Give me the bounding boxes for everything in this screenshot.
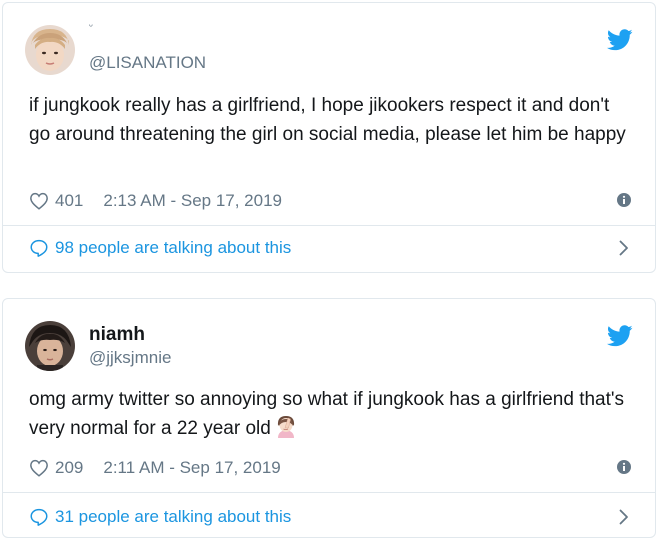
conversation-link[interactable]: 31 people are talking about this bbox=[29, 505, 629, 529]
heart-icon[interactable] bbox=[29, 192, 49, 210]
avatar[interactable] bbox=[25, 321, 75, 371]
like-count[interactable]: 401 bbox=[55, 191, 83, 211]
info-icon[interactable] bbox=[617, 193, 631, 207]
chevron-right-icon[interactable] bbox=[619, 509, 629, 525]
divider bbox=[3, 225, 655, 226]
avatar[interactable] bbox=[25, 25, 75, 75]
tweet-meta: 401 2:13 AM - Sep 17, 2019 bbox=[29, 189, 631, 213]
heart-icon[interactable] bbox=[29, 459, 49, 477]
user-handle[interactable]: @jjksjmnie bbox=[89, 347, 171, 369]
twitter-bird-icon[interactable] bbox=[607, 325, 633, 347]
decorative-mark: ᵕ bbox=[89, 21, 93, 32]
tweet-card[interactable]: niamh @jjksjmnie omg army twitter so ann… bbox=[2, 298, 656, 538]
tweet-timestamp[interactable]: 2:13 AM - Sep 17, 2019 bbox=[103, 191, 282, 211]
conversation-label[interactable]: 98 people are talking about this bbox=[55, 238, 291, 258]
speech-bubble-icon bbox=[30, 239, 48, 257]
divider bbox=[3, 492, 655, 493]
tweet-text: omg army twitter so annoying so what if … bbox=[29, 385, 635, 443]
tweet-card[interactable]: ᵕ @LISANATION if jungkook really has a g… bbox=[2, 2, 656, 273]
tweet-text-body: omg army twitter so annoying so what if … bbox=[29, 389, 625, 439]
twitter-bird-icon[interactable] bbox=[607, 29, 633, 51]
conversation-link[interactable]: 98 people are talking about this bbox=[29, 236, 629, 260]
display-name[interactable]: niamh bbox=[89, 323, 171, 347]
info-icon[interactable] bbox=[617, 460, 631, 474]
tweet-text: if jungkook really has a girlfriend, I h… bbox=[29, 95, 626, 145]
conversation-label[interactable]: 31 people are talking about this bbox=[55, 507, 291, 527]
like-count[interactable]: 209 bbox=[55, 458, 83, 478]
user-handle[interactable]: @LISANATION bbox=[89, 52, 206, 74]
tweet-timestamp[interactable]: 2:11 AM - Sep 17, 2019 bbox=[103, 458, 280, 478]
chevron-right-icon[interactable] bbox=[619, 240, 629, 256]
tweet-meta: 209 2:11 AM - Sep 17, 2019 bbox=[29, 456, 631, 480]
woman-facepalming-emoji-icon bbox=[277, 416, 294, 438]
speech-bubble-icon bbox=[30, 508, 48, 526]
